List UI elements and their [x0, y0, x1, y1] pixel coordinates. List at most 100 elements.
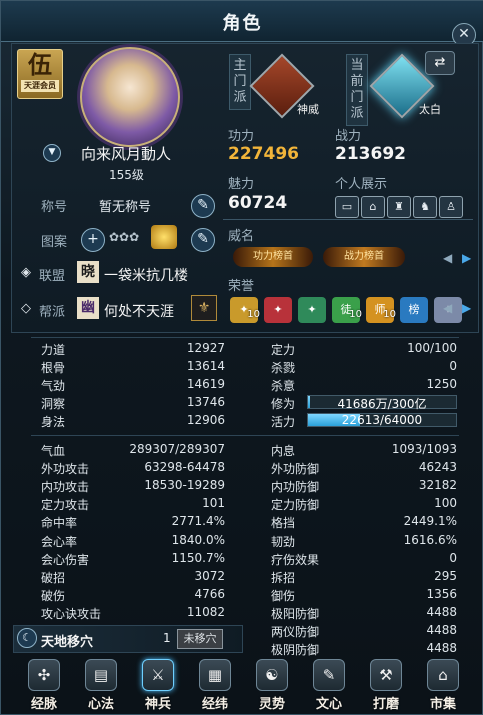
meridian-icon: ✣	[28, 659, 60, 691]
huoli-bar: 22613/64000	[307, 413, 457, 427]
honor-glyph: ✦	[307, 303, 317, 316]
nav-weapon[interactable]: ⚔ 神兵	[133, 653, 183, 713]
nav-label: 市集	[429, 697, 456, 712]
hammer-icon: ⚒	[370, 659, 402, 691]
nav-meridian[interactable]: ✣ 经脉	[19, 653, 69, 713]
stat-label: 气血	[41, 444, 66, 458]
honor-count: 10	[247, 309, 260, 320]
outfit-icon[interactable]: ♙	[439, 196, 463, 218]
house-icon[interactable]: ⌂	[361, 196, 385, 218]
stat-label: 破招	[41, 570, 66, 585]
id-card-icon[interactable]: ▭	[335, 196, 359, 218]
stat-value: 18530-19289	[144, 478, 225, 493]
alliance-name[interactable]: 一袋米抗几楼	[104, 265, 188, 285]
nav-label: 灵势	[258, 697, 285, 712]
nav-label: 打磨	[372, 697, 399, 712]
nav-market[interactable]: ⌂ 市集	[418, 653, 468, 713]
pattern-label: 图案	[41, 235, 68, 250]
nav-brush[interactable]: ✎ 文心	[304, 653, 354, 713]
stat-label: 身法	[41, 415, 66, 429]
sect-char: 幽	[77, 297, 99, 319]
stat-label: 会心率	[41, 534, 78, 549]
sect-emblem-icon[interactable]: ⚜	[191, 295, 217, 321]
weiming-badge-2[interactable]: 战力榜首	[323, 247, 405, 267]
xiuwei-text: 41686万/300亿	[337, 397, 427, 411]
huoli-label: 活力	[271, 415, 296, 429]
next-arrow-icon[interactable]: ▶	[462, 251, 471, 265]
tiandi-icon: ☾	[17, 628, 37, 648]
stat-value: 100	[434, 496, 457, 511]
sect-label: 帮派	[39, 305, 66, 320]
tiandi-status[interactable]: 未移穴	[177, 629, 223, 649]
stat-value: 13614	[186, 359, 225, 373]
rank-sub: 天涯会员	[21, 80, 59, 92]
stat-label: 外功攻击	[41, 462, 90, 477]
stat-label: 命中率	[41, 516, 78, 531]
divider	[31, 337, 459, 338]
stat-label: 外功防御	[271, 462, 320, 477]
nav-label: 神兵	[144, 697, 171, 712]
alliance-char: 晓	[77, 261, 99, 283]
market-icon: ⌂	[427, 659, 459, 691]
edit-pattern-icon[interactable]: ✎	[191, 228, 215, 252]
castle-icon[interactable]: ♜	[387, 196, 411, 218]
stat-label: 格挡	[271, 516, 296, 531]
rank-char: 伍	[28, 50, 52, 79]
title-label: 称号	[41, 200, 68, 215]
honor-prev-arrow-icon[interactable]: ◀	[443, 301, 452, 315]
stat-value: 11082	[186, 604, 225, 619]
current-sect-label: 当前门派	[346, 54, 368, 126]
stat-value: 2449.1%	[403, 514, 457, 529]
stat-value: 295	[434, 568, 457, 583]
honor-label: 荣誉	[228, 279, 255, 294]
switch-sect-icon[interactable]: ⇄	[425, 51, 455, 75]
stat-value: 0	[449, 359, 457, 373]
main-sect-name: 神威	[297, 103, 319, 116]
shield-icon[interactable]: ✦	[298, 297, 326, 323]
stat-label: 内息	[271, 444, 296, 458]
chevron-down-icon[interactable]: ▼	[43, 144, 61, 162]
stat-label: 洞察	[41, 397, 66, 411]
gongli-value: 227496	[228, 144, 299, 164]
mount-icon[interactable]: ♞	[413, 196, 437, 218]
nav-hammer[interactable]: ⚒ 打磨	[361, 653, 411, 713]
weiming-badge-1[interactable]: 功力榜首	[233, 247, 313, 267]
gongli-label: 功力	[228, 129, 255, 144]
display-label: 个人展示	[335, 177, 388, 192]
helmet-icon[interactable]: ✦	[264, 297, 292, 323]
nav-label: 经纬	[201, 697, 228, 712]
pattern-ornament-icon: ✿✿✿	[109, 230, 140, 244]
tu-icon[interactable]: 徒 10	[332, 297, 362, 323]
stat-label: 定力攻击	[41, 498, 90, 513]
sect-name[interactable]: 何处不天涯	[104, 301, 174, 321]
brush-icon: ✎	[313, 659, 345, 691]
huoli-text: 22613/64000	[341, 413, 423, 427]
stat-value: 1093/1093	[391, 442, 457, 456]
stat-label: 杀戮	[271, 361, 296, 375]
stat-value: 1616.6%	[403, 532, 457, 547]
stat-label: 两仪防御	[271, 625, 320, 639]
nav-book[interactable]: ▤ 心法	[76, 653, 126, 713]
stat-label: 根骨	[41, 361, 66, 375]
alliance-icon: ◈	[21, 265, 31, 280]
stat-value: 12927	[186, 341, 225, 355]
wings-icon[interactable]: ✦ 10	[230, 297, 260, 323]
prev-arrow-icon[interactable]: ◀	[443, 251, 452, 265]
stat-label: 内功防御	[271, 480, 320, 495]
honor-next-arrow-icon[interactable]: ▶	[462, 301, 471, 315]
zhanli-label: 战力	[335, 129, 362, 144]
honor-count: 10	[349, 309, 362, 320]
add-pattern-icon[interactable]: +	[81, 228, 105, 252]
edit-title-icon[interactable]: ✎	[191, 194, 215, 218]
crown-icon[interactable]	[151, 225, 177, 249]
shi-icon[interactable]: 师 10	[366, 297, 396, 323]
member-rank-badge[interactable]: 伍 天涯会员	[17, 49, 63, 99]
tiandi-label: 天地移穴	[41, 635, 94, 650]
nav-grid[interactable]: ▦ 经纬	[190, 653, 240, 713]
nav-swirl[interactable]: ☯ 灵势	[247, 653, 297, 713]
avatar[interactable]	[80, 47, 180, 147]
tiandi-count: 1	[163, 631, 171, 645]
alliance-label: 联盟	[39, 269, 66, 284]
guild-icon: ◇	[21, 301, 31, 316]
bang-icon[interactable]: 榜	[400, 297, 428, 323]
